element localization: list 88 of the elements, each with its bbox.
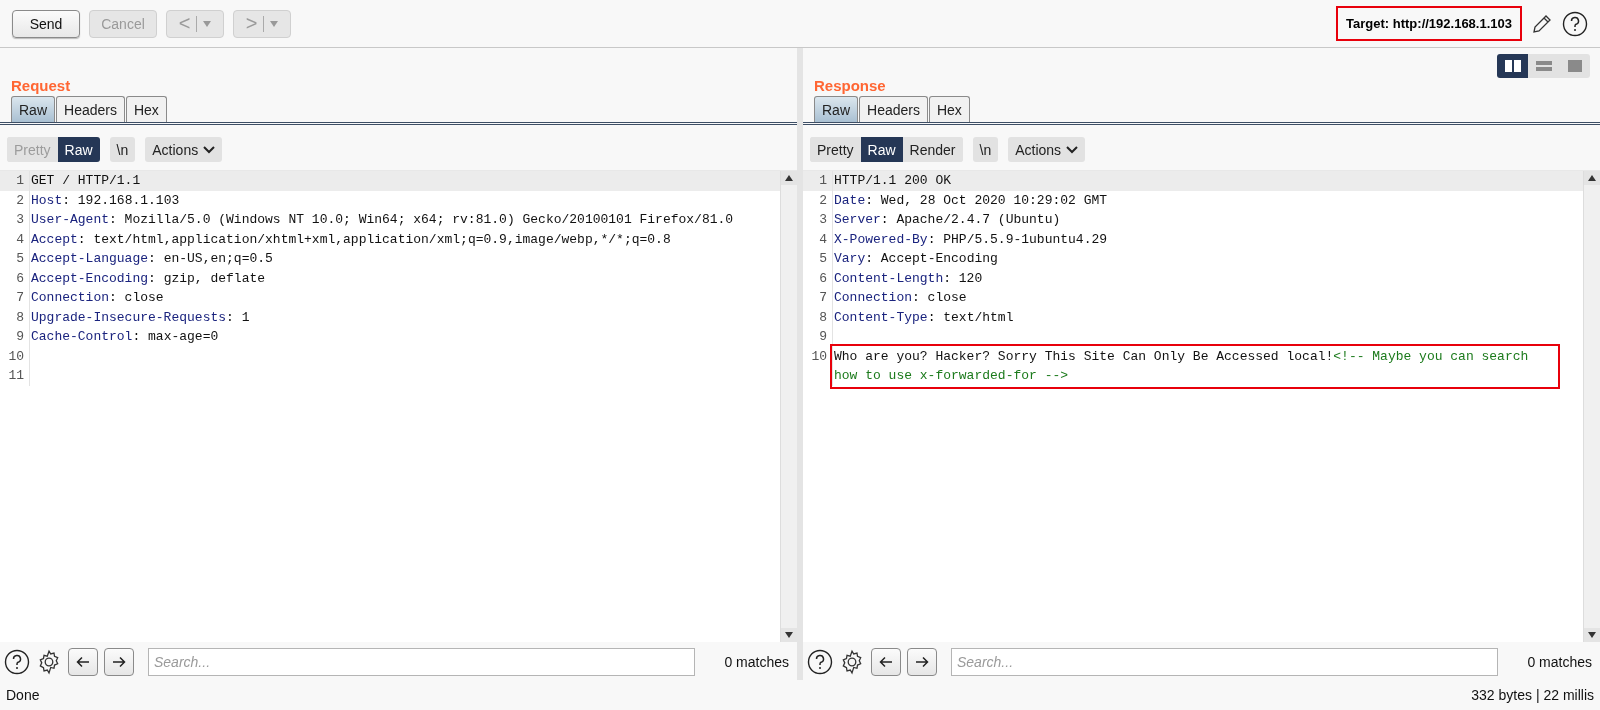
line-number: 9 — [0, 327, 30, 347]
previous-button[interactable] — [68, 648, 98, 676]
scroll-down-icon[interactable] — [1588, 632, 1596, 638]
line-number: 9 — [803, 327, 833, 347]
pane-title: Response — [814, 77, 886, 94]
right-arrow-icon — [112, 656, 126, 668]
square-icon — [1567, 60, 1582, 72]
line-number: 8 — [0, 307, 30, 327]
caret-icon — [203, 20, 212, 27]
caret-icon — [270, 20, 279, 27]
code-line: Who are you? Hacker? Sorry This Site Can Only Be Accessed local!<!-- Maybe you can search how to use x-forwarded-for --> — [833, 346, 1557, 386]
status-text: Done — [6, 687, 40, 703]
line-number: 7 — [803, 288, 833, 308]
chevron-down-icon — [1066, 145, 1079, 154]
code-line: Content-Length: 120 — [833, 269, 984, 288]
help-icon[interactable] — [4, 649, 30, 675]
scrollbar[interactable] — [1583, 171, 1600, 642]
code-line: Cache-Control: max-age=0 — [30, 328, 220, 346]
actions-dropdown[interactable]: Actions — [145, 137, 223, 162]
tab[interactable]: Headers — [859, 96, 928, 122]
search-field[interactable]: Search... — [951, 648, 1498, 676]
left-arrow-icon — [879, 656, 893, 668]
columns-icon — [1504, 60, 1521, 72]
rows-icon — [1535, 60, 1552, 72]
next-button[interactable] — [907, 648, 937, 676]
code-line: Connection: close — [833, 289, 968, 307]
line-number: 5 — [803, 249, 833, 269]
code-line: HTTP/1.1 200 OK — [833, 172, 953, 190]
tab[interactable]: Headers — [56, 96, 125, 122]
code-line: Date: Wed, 28 Oct 2020 10:29:02 GMT — [833, 191, 1109, 210]
line-number: 10 — [0, 346, 30, 366]
format-toggle[interactable]: Raw — [57, 137, 100, 162]
code-line: Accept: text/html,application/xhtml+xml,application/xml;q=0.9,image/webp,*/*;q=0.8 — [30, 230, 672, 249]
line-number: 10 — [803, 346, 833, 386]
send-button[interactable]: Send — [12, 9, 80, 38]
line-number: 1 — [0, 171, 30, 191]
line-number: 6 — [803, 268, 833, 288]
next-button[interactable] — [104, 648, 134, 676]
code-line: Server: Apache/2.4.7 (Ubuntu) — [833, 211, 1062, 229]
line-number: 3 — [803, 210, 833, 230]
match-count: 0 matches — [723, 654, 789, 670]
code-line: Accept-Language: en-US,en;q=0.5 — [30, 250, 274, 268]
layout-toggle[interactable] — [1497, 54, 1528, 78]
line-number: 1 — [803, 171, 833, 191]
newline-toggle[interactable]: \n — [109, 137, 136, 162]
code-line: GET / HTTP/1.1 — [30, 172, 142, 190]
line-number: 2 — [803, 190, 833, 210]
response-stats: 332 bytes | 22 millis — [1471, 687, 1594, 703]
scroll-up-icon[interactable] — [785, 175, 793, 181]
line-number: 7 — [0, 288, 30, 308]
line-number: 11 — [0, 366, 30, 386]
line-number: 5 — [0, 249, 30, 269]
target-label: Target: http://192.168.1.103 — [1336, 6, 1522, 41]
layout-toggle[interactable] — [1559, 54, 1590, 78]
line-number: 6 — [0, 268, 30, 288]
code-line: Upgrade-Insecure-Requests: 1 — [30, 308, 251, 327]
line-number: 2 — [0, 190, 30, 210]
code-line: X-Powered-By: PHP/5.5.9-1ubuntu4.29 — [833, 230, 1109, 249]
newline-toggle[interactable]: \n — [972, 137, 999, 162]
code-line: Connection: close — [30, 289, 165, 307]
tab[interactable]: Raw — [814, 96, 858, 122]
code-line: Accept-Encoding: gzip, deflate — [30, 269, 267, 288]
right-arrow-icon — [915, 656, 929, 668]
left-arrow-icon — [76, 656, 90, 668]
line-number: 4 — [0, 229, 30, 249]
scroll-up-icon[interactable] — [1588, 175, 1596, 181]
line-number: 3 — [0, 210, 30, 230]
help-icon[interactable] — [807, 649, 833, 675]
scrollbar[interactable] — [780, 171, 797, 642]
format-toggle[interactable]: Raw — [860, 137, 903, 162]
code-line: Host: 192.168.1.103 — [30, 191, 181, 210]
scroll-down-icon[interactable] — [785, 632, 793, 638]
tab[interactable]: Hex — [928, 96, 970, 122]
line-number: 8 — [803, 307, 833, 327]
code-line: Vary: Accept-Encoding — [833, 250, 999, 268]
code-line: User-Agent: Mozilla/5.0 (Windows NT 10.0; Win64; x64; rv:81.0) Gecko/20100101 Firefox/81.0 — [30, 211, 735, 229]
help-icon[interactable] — [1562, 10, 1588, 37]
line-number: 4 — [803, 229, 833, 249]
match-count: 0 matches — [1526, 654, 1592, 670]
tab[interactable]: Hex — [125, 96, 167, 122]
search-field[interactable]: Search... — [148, 648, 695, 676]
pane-title: Request — [11, 77, 71, 94]
chevron-down-icon — [203, 145, 216, 154]
code-line: Content-Type: text/html — [833, 308, 1015, 327]
previous-button[interactable] — [871, 648, 901, 676]
actions-dropdown[interactable]: Actions — [1008, 137, 1086, 162]
tab[interactable]: Raw — [11, 96, 55, 122]
layout-toggle[interactable] — [1528, 54, 1559, 78]
